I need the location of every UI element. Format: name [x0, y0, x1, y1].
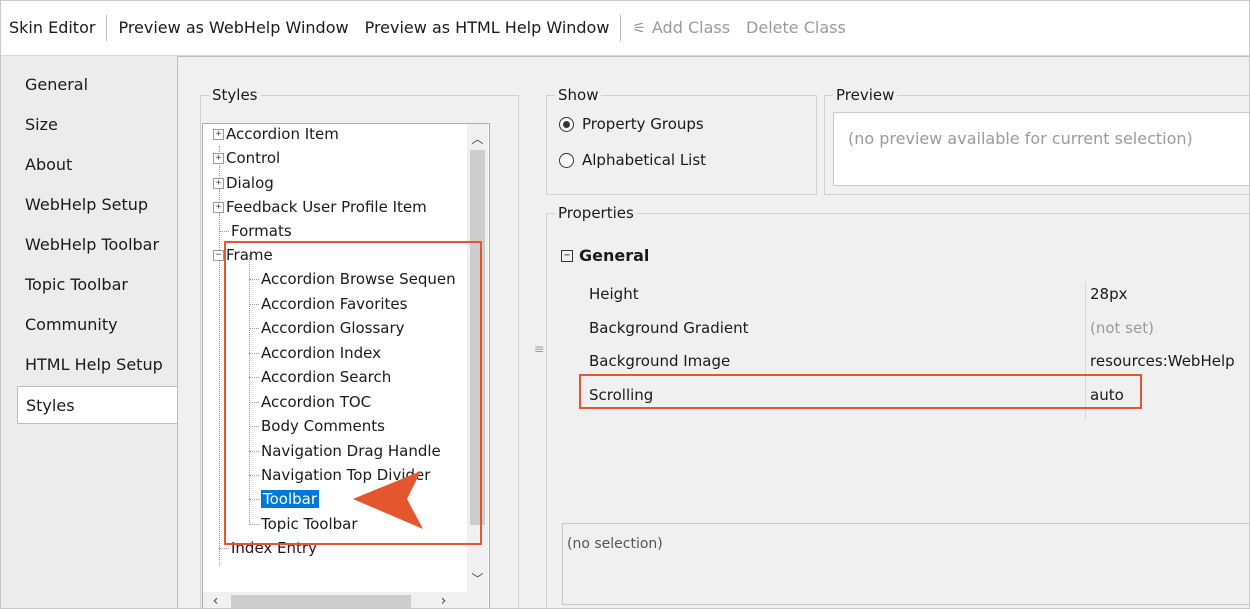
- tree-item-control[interactable]: + Control: [213, 147, 280, 169]
- tree-item-label: Dialog: [226, 174, 274, 192]
- radio-unchecked-icon: [559, 152, 574, 168]
- property-bg-gradient-name: Background Gradient: [589, 319, 749, 337]
- expand-icon[interactable]: +: [213, 153, 224, 164]
- property-grid[interactable]: − General Height 28px Background Gradient…: [547, 230, 1249, 510]
- horizontal-scroll-thumb[interactable]: [231, 595, 411, 608]
- skin-editor-window: Skin Editor Preview as WebHelp Window Pr…: [0, 0, 1250, 609]
- show-legend: Show: [558, 86, 599, 104]
- property-height-name: Height: [589, 285, 639, 303]
- scroll-up-icon[interactable]: ︿: [467, 130, 488, 147]
- nav-item-webhelp-setup[interactable]: WebHelp Setup: [1, 186, 177, 224]
- show-group: Show Property Groups Alphabetical List: [546, 86, 817, 195]
- preview-message: (no preview available for current select…: [848, 129, 1193, 148]
- preview-htmlhelp-button[interactable]: Preview as HTML Help Window: [357, 1, 618, 55]
- nav-item-styles[interactable]: Styles: [17, 386, 178, 424]
- expand-icon[interactable]: +: [213, 178, 224, 189]
- category-general[interactable]: − General: [561, 246, 649, 265]
- expand-icon[interactable]: +: [213, 202, 224, 213]
- radio-label: Alphabetical List: [582, 151, 707, 169]
- preview-legend: Preview: [836, 86, 895, 104]
- nav-item-webhelp-toolbar[interactable]: WebHelp Toolbar: [1, 226, 177, 264]
- collapse-icon[interactable]: −: [213, 250, 224, 261]
- skin-editor-button[interactable]: Skin Editor: [1, 1, 103, 55]
- toolbar-separator: [106, 15, 108, 41]
- left-navigation: General Size About WebHelp Setup WebHelp…: [1, 56, 178, 608]
- tree-item-label: Formats: [231, 222, 292, 240]
- nav-item-general[interactable]: General: [1, 66, 177, 104]
- radio-checked-icon: [559, 116, 574, 132]
- toolbar: Skin Editor Preview as WebHelp Window Pr…: [1, 1, 1249, 56]
- tree-item-dialog[interactable]: + Dialog: [213, 172, 274, 194]
- scroll-left-icon[interactable]: ‹: [205, 593, 226, 608]
- alphabetical-list-radio[interactable]: Alphabetical List: [559, 148, 706, 172]
- property-bg-image-value[interactable]: resources:WebHelp: [1090, 352, 1235, 370]
- scrolling-highlight-box: [579, 374, 1142, 409]
- tree-item-label: Control: [226, 149, 281, 167]
- radio-label: Property Groups: [582, 115, 704, 133]
- toolbar-separator: [620, 15, 622, 41]
- delete-class-button[interactable]: Delete Class: [738, 1, 854, 55]
- scroll-down-icon[interactable]: ﹀: [467, 570, 488, 587]
- nav-item-html-help-setup[interactable]: HTML Help Setup: [1, 346, 177, 384]
- property-height-value[interactable]: 28px: [1090, 285, 1128, 303]
- category-label: General: [579, 246, 650, 265]
- expand-icon[interactable]: +: [213, 129, 224, 140]
- nav-item-about[interactable]: About: [1, 146, 177, 184]
- add-class-icon: ⚟: [632, 19, 646, 37]
- tree-item-label: Accordion Item: [226, 125, 339, 143]
- preview-area: (no preview available for current select…: [833, 112, 1249, 186]
- nav-item-topic-toolbar[interactable]: Topic Toolbar: [1, 266, 177, 304]
- properties-legend: Properties: [558, 204, 634, 222]
- tree-connector: [219, 231, 229, 232]
- scroll-right-icon[interactable]: ›: [433, 593, 454, 608]
- nav-item-community[interactable]: Community: [1, 306, 177, 344]
- splitter-grip-icon[interactable]: ≡: [534, 342, 544, 356]
- collapse-icon[interactable]: −: [561, 249, 573, 262]
- property-groups-radio[interactable]: Property Groups: [559, 112, 704, 136]
- tree-horizontal-scrollbar[interactable]: ‹ ›: [203, 592, 488, 608]
- styles-legend: Styles: [212, 86, 258, 104]
- description-text: (no selection): [567, 536, 663, 552]
- callout-arrow-icon: [353, 471, 423, 529]
- tree-item-formats[interactable]: Formats: [219, 220, 292, 242]
- preview-group: Preview (no preview available for curren…: [824, 86, 1249, 195]
- description-panel: (no selection): [562, 523, 1249, 605]
- add-class-label: Add Class: [651, 18, 731, 37]
- property-bg-gradient-value[interactable]: (not set): [1090, 319, 1154, 337]
- add-class-button[interactable]: ⚟ Add Class: [624, 1, 738, 55]
- property-bg-image-name: Background Image: [589, 352, 731, 370]
- tree-item-label: Feedback User Profile Item: [226, 198, 427, 216]
- tree-item-accordion-item[interactable]: + Accordion Item: [213, 123, 339, 145]
- preview-webhelp-button[interactable]: Preview as WebHelp Window: [110, 1, 356, 55]
- tree-item-feedback-user-profile-item[interactable]: + Feedback User Profile Item: [213, 196, 427, 218]
- tree-connector: [219, 548, 229, 549]
- nav-item-size[interactable]: Size: [1, 106, 177, 144]
